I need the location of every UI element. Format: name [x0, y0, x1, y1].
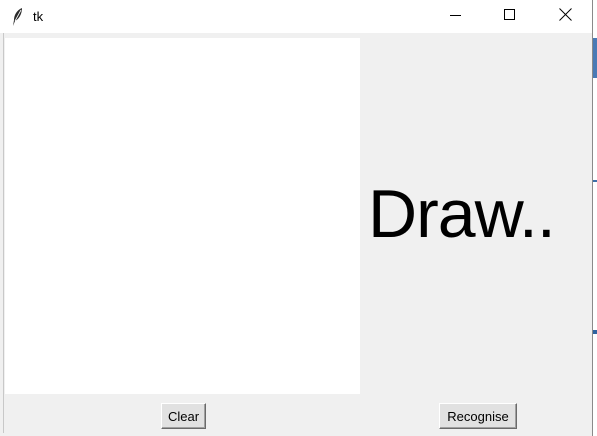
recognise-button[interactable]: Recognise [439, 403, 517, 429]
minimize-button[interactable] [433, 0, 479, 33]
minimize-icon [450, 8, 462, 26]
app-window: tk Draw.. Clear Recognise [0, 0, 593, 436]
client-area: Draw.. Clear Recognise [3, 33, 592, 433]
clear-button[interactable]: Clear [161, 403, 206, 429]
maximize-icon [504, 8, 516, 26]
drawing-canvas[interactable] [5, 38, 360, 394]
window-title: tk [33, 9, 44, 24]
close-button[interactable] [542, 0, 588, 33]
status-label: Draw.. [368, 176, 556, 252]
feather-icon [11, 7, 25, 27]
title-bar[interactable]: tk [0, 0, 592, 33]
maximize-button[interactable] [487, 0, 533, 33]
close-icon [558, 7, 572, 26]
